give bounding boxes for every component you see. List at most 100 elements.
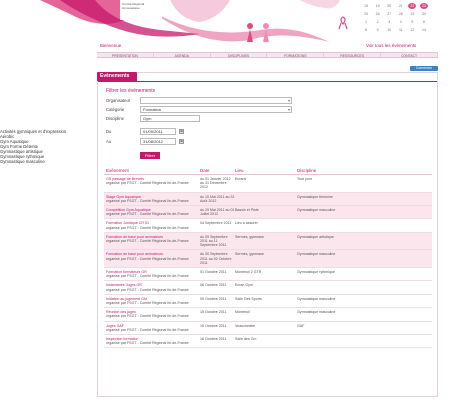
table-row[interactable]: Formation Juridique CR 51 organisé par FS…	[104, 219, 432, 233]
calendar-day[interactable]: 30	[420, 11, 428, 17]
event-organizer: organisé par FSGT - Comité Régional Ile-…	[106, 225, 189, 230]
calendar-day[interactable]: 27	[385, 11, 393, 17]
calendar-day[interactable]: 8	[362, 27, 370, 33]
calendar-day[interactable]: 4	[397, 19, 405, 25]
event-organizer: organisé par FSGT - Comité Régional Ile-…	[106, 341, 189, 346]
calendar-day[interactable]: 19	[374, 3, 382, 9]
calendar-day[interactable]: 6	[420, 19, 428, 25]
discipline-input[interactable]: Gym	[140, 115, 200, 122]
table-row[interactable]: Formation de base pour animateurs organis…	[104, 232, 432, 251]
date-from-input[interactable]: 01/09/2011	[140, 128, 176, 135]
calendar-day[interactable]: 5	[408, 19, 416, 25]
logo-text: Comité Régional Gymnastique	[122, 2, 145, 10]
date-cell: 16 Octobre 2011	[200, 337, 227, 342]
date-cell: du 10 Mai 2011 au 31 Août 2012	[200, 194, 235, 203]
date-cell: 04 Septembre 2011	[200, 221, 232, 226]
tab-underline	[98, 81, 437, 82]
discipline-cell: Gymnastique rythmique	[297, 270, 335, 275]
filter-label: Discipline	[106, 116, 124, 121]
calendar-day[interactable]: 21	[397, 3, 405, 9]
table-row[interactable]: Formation formateurs GR organisé par FSGT…	[104, 268, 432, 282]
events-table: Evènement Date Lieu Discipline GS passag…	[104, 166, 432, 349]
discipline-cell: GAF	[297, 323, 305, 328]
filter-label: Organisateur	[106, 98, 131, 103]
discipline-cell	[297, 283, 432, 291]
calendar-day[interactable]: 18	[362, 3, 370, 9]
discipline-cell: Gymnastique masculine	[297, 252, 336, 257]
calendar-day[interactable]: 26	[374, 11, 382, 17]
calendar-icon[interactable]: ▦	[179, 129, 184, 134]
discipline-cell	[297, 337, 432, 345]
all-events-link[interactable]: Voir tous les évènements	[366, 43, 416, 48]
calendar-day[interactable]: 9	[374, 27, 382, 33]
discipline-cell: Gymnastique masculine	[297, 296, 336, 301]
calendar-row: 25 26 27 28 29 30	[362, 10, 428, 18]
chevron-down-icon: ▾	[287, 107, 290, 112]
discipline-cell: Tout pour	[297, 177, 312, 181]
filter-row-au: Au 31/08/2012 ▦	[106, 138, 184, 145]
calendar-day[interactable]: 29	[408, 11, 416, 17]
column-header-date[interactable]: Date	[200, 168, 235, 173]
calendar-day[interactable]: 10	[385, 27, 393, 33]
calendar-day-highlighted[interactable]: 22	[408, 3, 417, 9]
column-header-event[interactable]: Evènement	[104, 168, 200, 173]
calendar-day[interactable]: 28	[397, 11, 405, 17]
lieu-cell: Bassin et Piste	[235, 208, 259, 213]
column-header-lieu[interactable]: Lieu	[235, 168, 297, 173]
table-row[interactable]: Instantanée Juges GR organisé par FSGT - …	[104, 281, 432, 295]
nav-item-contact[interactable]: CONTACT	[381, 53, 438, 57]
date-cell: 08 Octobre 2011	[200, 283, 227, 288]
nav-item-ressources[interactable]: RESSOURCES	[324, 53, 382, 57]
filter-title: Filtrer les évènements	[106, 88, 156, 94]
table-row[interactable]: Stage Gym Aquatique organisé par FSGT - C…	[104, 192, 432, 207]
table-row[interactable]: GS passage de Brevets organisé par FSGT -…	[104, 175, 432, 193]
nav-item-disciplines[interactable]: DISCIPLINES	[211, 53, 268, 57]
filter-row-categorie: Catégorie Formation ▾	[106, 106, 292, 113]
calendar-day-highlighted[interactable]: 23	[419, 3, 428, 9]
calendar-day[interactable]: 2	[374, 19, 382, 25]
event-organizer: organisé par FSGT - Comité Régional Ile-…	[106, 327, 189, 332]
nav-item-presentation[interactable]: PRÉSENTATION	[97, 53, 154, 57]
calendar-day[interactable]: 3	[385, 19, 393, 25]
site-header: Comité Régional Gymnastique 18 19 20 21 …	[0, 0, 458, 60]
table-row[interactable]: Compétition Gym Aquatique organisé par FS…	[104, 206, 432, 220]
discipline-cell	[297, 221, 432, 229]
filter-label: Catégorie	[106, 107, 125, 112]
event-cell: GS passage de Brevets organisé par FSGT -…	[104, 177, 200, 190]
lieu-cell: Lieu à assurer	[235, 221, 258, 226]
event-cell: Formation formateurs GR organisé par FSGT…	[104, 270, 200, 278]
calendar-icon[interactable]: ▦	[179, 139, 184, 144]
tab-events[interactable]: Evènements	[97, 72, 137, 81]
categorie-select[interactable]: Formation ▾	[140, 106, 292, 113]
nav-item-formations[interactable]: FORMATIONS	[267, 53, 325, 57]
column-header-discipline[interactable]: Discipline	[297, 168, 432, 173]
filter-label: Du	[106, 129, 112, 134]
lieu-cell: Montreuil 2 GTR	[235, 270, 262, 275]
event-cell: Juges GAF organisé par FSGT - Comité Régi…	[104, 324, 200, 332]
table-body: GS passage de Brevets organisé par FSGT -…	[104, 175, 432, 349]
login-button[interactable]: Connexion	[410, 66, 438, 71]
date-cell: du 30 Septembre 2011 au 02 Octobre 2011	[200, 252, 232, 265]
table-row[interactable]: Inspection formation organisé par FSGT - …	[104, 335, 432, 349]
calendar-day[interactable]: 13	[420, 27, 428, 33]
select-value: Formation	[143, 107, 162, 112]
calendar-day[interactable]: 20	[385, 3, 393, 9]
table-row[interactable]: Initiation au jugement GM organisé par FS…	[104, 295, 432, 309]
organisateur-select[interactable]: ▾	[140, 97, 292, 104]
calendar-day[interactable]: 11	[397, 27, 405, 33]
event-cell: Inspection formation organisé par FSGT - …	[104, 337, 200, 345]
calendar-day[interactable]: 25	[362, 11, 370, 17]
lieu-cell: Sermes, gymnase	[235, 252, 264, 257]
discipline-cell: Gymnastique féminine	[297, 194, 333, 199]
calendar-day[interactable]: 12	[408, 27, 416, 33]
nav-item-agenda[interactable]: AGENDA	[154, 53, 211, 57]
table-row[interactable]: Formation de base pour animateurs organis…	[104, 250, 432, 269]
date-to-input[interactable]: 31/08/2012	[140, 138, 176, 145]
lieu-cell: Montreuil	[235, 310, 250, 315]
discipline-option[interactable]: Gymnastique masculine	[0, 159, 100, 164]
filter-button[interactable]: Filtrer	[140, 152, 160, 159]
event-organizer: organisé par FSGT - Comité Régional Ile-…	[106, 256, 189, 261]
calendar-day[interactable]: 1	[362, 19, 370, 25]
table-row[interactable]: Juges GAF organisé par FSGT - Comité Régi…	[104, 322, 432, 336]
table-row[interactable]: Réunion des juges organisé par FSGT - Com…	[104, 308, 432, 322]
